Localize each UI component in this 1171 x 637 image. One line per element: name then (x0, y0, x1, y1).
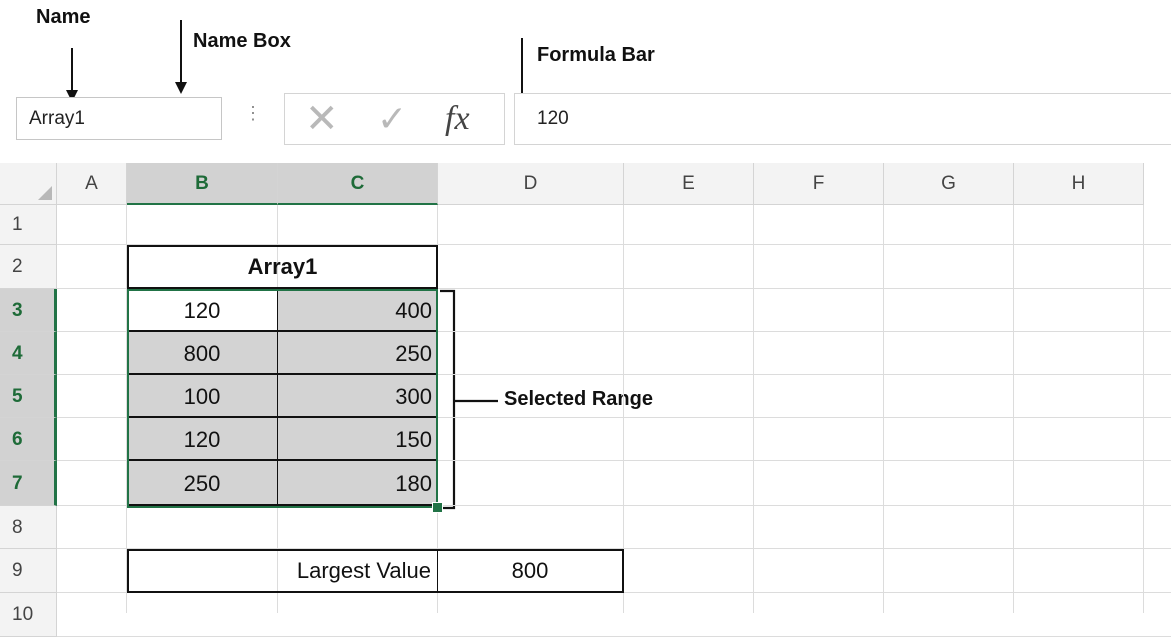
row-header-4[interactable]: 4 (0, 332, 57, 375)
row-header-7[interactable]: 7 (0, 461, 57, 506)
fill-handle[interactable] (432, 502, 443, 513)
largest-value-label: Largest Value (296, 558, 431, 583)
formula-bar-buttons: ✕ ✓ fx (284, 93, 505, 145)
name-box[interactable]: Array1 (16, 97, 222, 140)
largest-value: 800 (511, 558, 549, 583)
gridline-vertical (1013, 205, 1014, 613)
select-all-icon (38, 186, 52, 200)
annotation-formula-bar-arrow (521, 38, 523, 100)
annotation-selected-range: Selected Range (504, 388, 653, 410)
column-header-h[interactable]: H (1014, 163, 1144, 205)
column-header-g[interactable]: G (884, 163, 1014, 205)
enter-check-icon[interactable]: ✓ (377, 96, 407, 142)
select-all-corner[interactable] (0, 163, 57, 205)
annotation-formula-bar: Formula Bar (537, 44, 655, 66)
formula-bar-separator[interactable]: ⋮ (244, 103, 262, 124)
array-cell[interactable]: 250 (127, 461, 278, 506)
selected-range-brace (440, 289, 498, 510)
insert-function-icon[interactable]: fx (445, 98, 470, 140)
array-cell[interactable]: 150 (278, 418, 438, 461)
row-header-8[interactable]: 8 (0, 506, 57, 549)
array-cell[interactable]: 120 (127, 418, 278, 461)
column-header-c[interactable]: C (278, 163, 438, 205)
array-title-cell[interactable]: Array1 (127, 245, 438, 289)
annotation-name-box-arrow (180, 20, 182, 86)
row-header-3[interactable]: 3 (0, 289, 57, 332)
column-header-d[interactable]: D (438, 163, 624, 205)
annotation-name-box: Name Box (193, 30, 291, 52)
formula-input[interactable]: 120 (514, 93, 1171, 145)
array-cell[interactable]: 100 (127, 375, 278, 418)
row-header-2[interactable]: 2 (0, 245, 57, 289)
column-header-a[interactable]: A (57, 163, 127, 205)
row-header-10[interactable]: 10 (0, 593, 57, 637)
array-cell[interactable]: 800 (127, 332, 278, 375)
row-header-9[interactable]: 9 (0, 549, 57, 593)
array-cell[interactable]: 250 (278, 332, 438, 375)
gridline-vertical (883, 205, 884, 613)
row-header-6[interactable]: 6 (0, 418, 57, 461)
column-header-e[interactable]: E (624, 163, 754, 205)
active-cell[interactable]: 120 (127, 289, 278, 332)
array-cell[interactable]: 180 (278, 461, 438, 506)
array-cell[interactable]: 300 (278, 375, 438, 418)
annotation-name-box-arrowhead (175, 82, 187, 94)
row-header-1[interactable]: 1 (0, 205, 57, 245)
largest-value-cell[interactable]: 800 (437, 549, 624, 593)
array-cell[interactable]: 400 (278, 289, 438, 332)
gridline-vertical (753, 205, 754, 613)
largest-value-label-cell[interactable]: Largest Value (127, 549, 438, 593)
column-header-b[interactable]: B (127, 163, 278, 205)
array-title: Array1 (247, 254, 318, 279)
cancel-icon[interactable]: ✕ (305, 96, 339, 142)
column-header-f[interactable]: F (754, 163, 884, 205)
row-header-5[interactable]: 5 (0, 375, 57, 418)
annotation-name: Name (36, 6, 91, 28)
annotation-name-arrow (71, 48, 73, 92)
gridline-vertical (1143, 205, 1144, 613)
